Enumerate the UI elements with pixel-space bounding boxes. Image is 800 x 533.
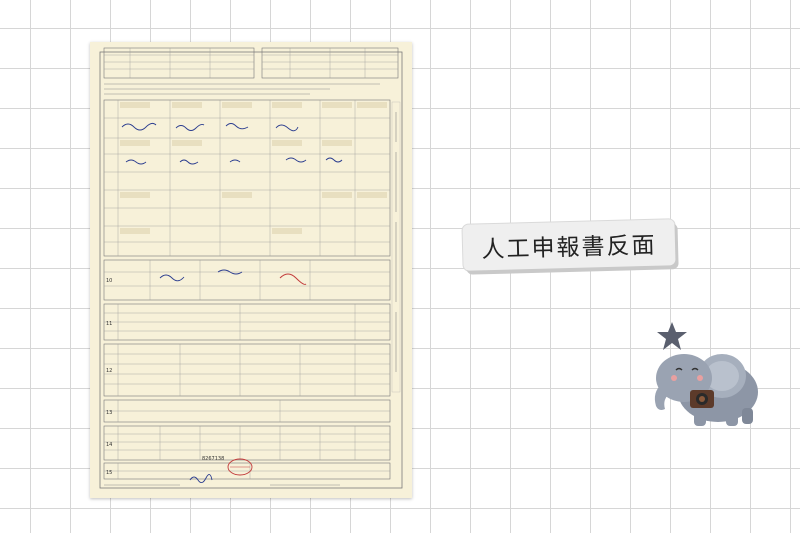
scanned-form-image: 10 11 12 13 14 15 8267138 <box>90 42 412 498</box>
elephant-mascot-icon <box>654 322 758 426</box>
stamp-number: 8267138 <box>202 456 224 462</box>
signature-icon <box>189 474 213 483</box>
section-number: 11 <box>106 321 112 327</box>
section-number: 12 <box>106 368 112 374</box>
section-number: 14 <box>106 442 112 448</box>
caption-text: 人工申報書反面 <box>481 232 657 264</box>
scanned-tax-form-icon: 10 11 12 13 14 15 8267138 <box>99 47 403 489</box>
section-number: 10 <box>106 278 112 284</box>
caption-card: 人工申報書反面 <box>462 219 676 271</box>
section-number: 13 <box>106 410 112 416</box>
section-number: 15 <box>106 470 112 476</box>
star-icon <box>657 322 687 350</box>
